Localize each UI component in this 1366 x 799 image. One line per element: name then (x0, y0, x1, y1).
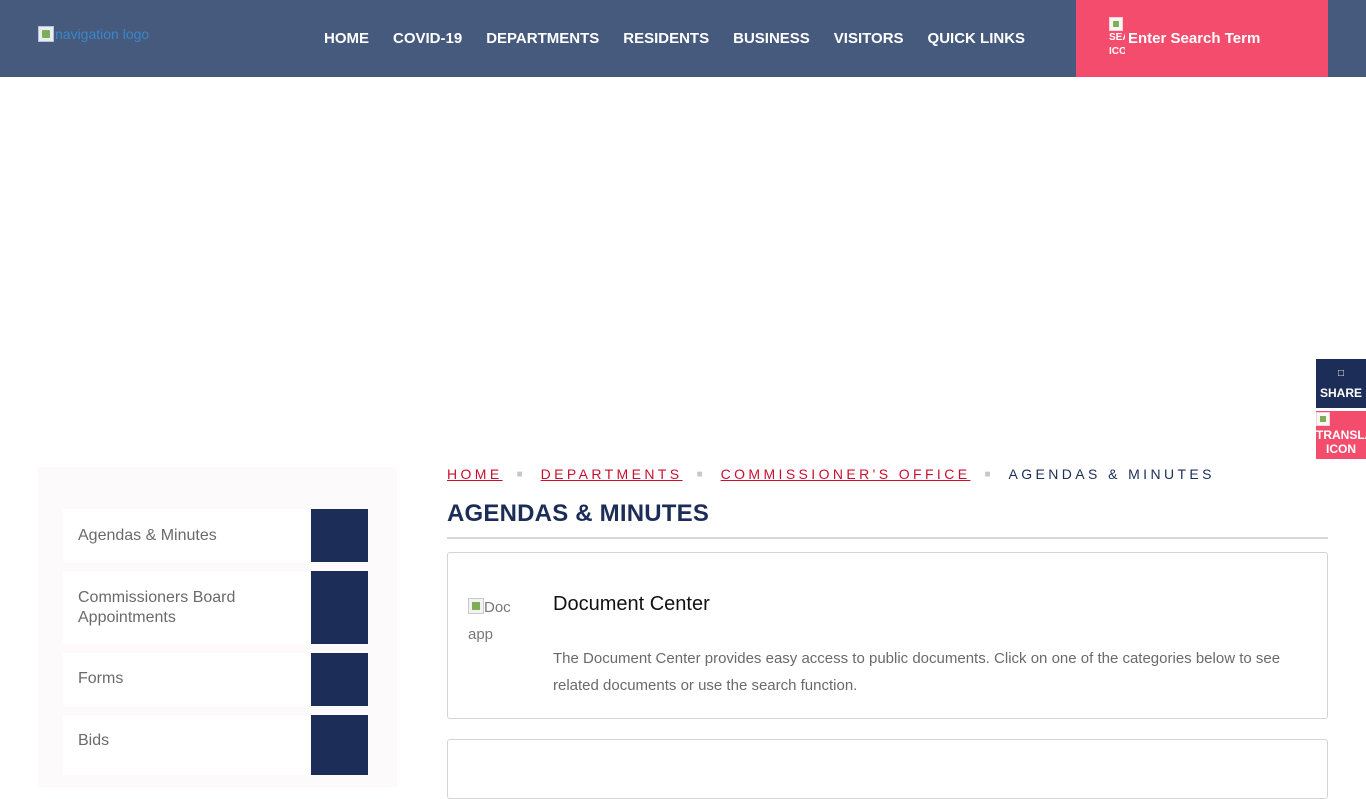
broken-image-icon (1109, 17, 1123, 31)
breadcrumb-separator: ■ (516, 468, 523, 480)
sidebar-expand-button[interactable] (311, 653, 368, 706)
breadcrumb-commissioners-office[interactable]: COMMISSIONER'S OFFICE (721, 466, 971, 482)
nav-business[interactable]: BUSINESS (733, 30, 810, 47)
search-icon-alt: SEARCH ICON (1109, 32, 1125, 57)
breadcrumb-separator: ■ (984, 468, 991, 480)
nav-residents[interactable]: RESIDENTS (623, 30, 709, 47)
broken-image-icon (468, 598, 484, 614)
translate-alt-line2: ICON (1326, 442, 1356, 456)
sidebar-item-bids[interactable]: Bids (63, 715, 368, 775)
share-button[interactable]: □ SHARE (1316, 359, 1366, 408)
breadcrumb-current: AGENDAS & MINUTES (1008, 466, 1215, 482)
nav-covid-19[interactable]: COVID-19 (393, 30, 462, 47)
sidebar-item-label: Forms (78, 670, 124, 687)
sidebar-item-commissioners-board-appointments[interactable]: Commissioners Board Appointments (63, 571, 368, 644)
breadcrumb-home[interactable]: HOME (447, 466, 503, 482)
logo-alt-text: navigation logo (55, 26, 150, 42)
translate-icon (1316, 412, 1330, 426)
search-icon[interactable]: SEARCH ICON (1109, 17, 1125, 61)
navigation-logo[interactable]: navigation logo (38, 26, 149, 42)
document-list-card (447, 739, 1328, 799)
card-heading[interactable]: Document Center (553, 593, 710, 616)
breadcrumb: HOME ■ DEPARTMENTS ■ COMMISSIONER'S OFFI… (447, 466, 1215, 482)
nav-departments[interactable]: DEPARTMENTS (486, 30, 599, 47)
main-nav: HOME COVID-19 DEPARTMENTS RESIDENTS BUSI… (312, 0, 1037, 77)
breadcrumb-departments[interactable]: DEPARTMENTS (541, 466, 683, 482)
share-label: SHARE (1319, 386, 1362, 400)
search-input[interactable] (1128, 27, 1318, 49)
translate-button[interactable]: TRANSLATE ICON (1316, 411, 1366, 459)
card-description: The Document Center provides easy access… (553, 650, 1281, 694)
translate-alt-line1: TRANSLATE (1316, 428, 1366, 442)
nav-visitors[interactable]: VISITORS (834, 30, 904, 47)
sidebar-expand-button[interactable] (311, 509, 368, 562)
search-bar: SEARCH ICON (1076, 0, 1328, 77)
sidebar-item-forms[interactable]: Forms (63, 653, 368, 706)
sidebar-item-label: Agendas & Minutes (78, 527, 217, 544)
sidebar: Agendas & Minutes Commissioners Board Ap… (38, 467, 397, 787)
sidebar-expand-button[interactable] (311, 715, 368, 775)
title-divider (447, 537, 1328, 539)
document-center-card[interactable]: Doc app Document Center The Document Cen… (447, 552, 1328, 719)
doc-app-image: Doc app (468, 594, 528, 648)
broken-image-icon (38, 26, 54, 42)
site-header: navigation logo HOME COVID-19 DEPARTMENT… (0, 0, 1366, 77)
page-title: AGENDAS & MINUTES (447, 500, 710, 527)
nav-home[interactable]: HOME (324, 30, 369, 47)
sidebar-expand-button[interactable] (311, 571, 368, 644)
breadcrumb-separator: ■ (696, 468, 703, 480)
sidebar-item-label: Bids (78, 732, 110, 749)
sidebar-item-label: Commissioners Board Appointments (78, 589, 236, 626)
nav-quick-links[interactable]: QUICK LINKS (928, 30, 1026, 47)
share-icon: □ (1337, 368, 1345, 379)
sidebar-item-agendas-minutes[interactable]: Agendas & Minutes (63, 509, 368, 562)
